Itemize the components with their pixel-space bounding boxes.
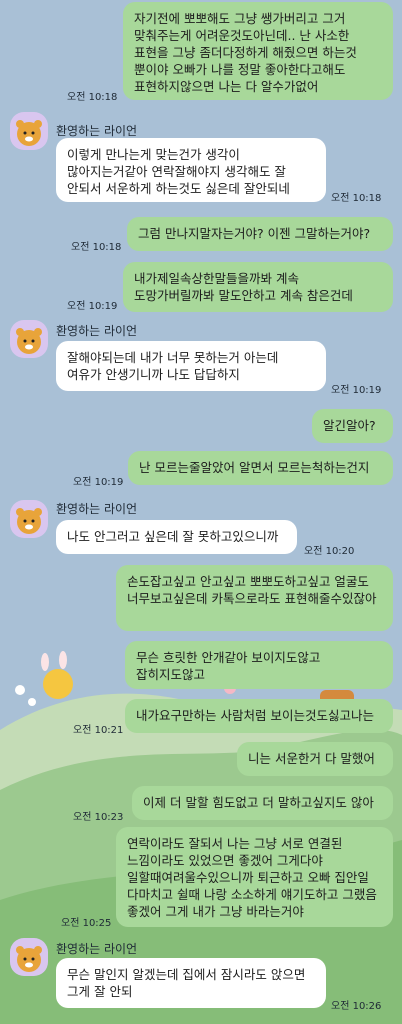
ryan-avatar-icon [16, 120, 42, 146]
my-message-bubble[interactable]: 내가요구만하는 사람처럼 보이는것도싫고나는 [125, 699, 393, 733]
my-message-bubble[interactable]: 자기전에 뽀뽀해도 그냥 쌩가버리고 그거 맞춰주는게 어려운것도아닌데.. 난… [123, 2, 393, 100]
my-message-bubble[interactable]: 니는 서운한거 다 말했어 [237, 742, 393, 776]
their-message-bubble[interactable]: 잘해야되는데 내가 너무 못하는거 아는데 여유가 안생기니까 나도 답답하지 [56, 341, 326, 391]
ryan-avatar-icon [16, 508, 42, 534]
my-message-bubble[interactable]: 무슨 흐릿한 안개같아 보이지도않고 잡히지도않고 [125, 641, 393, 689]
sender-avatar[interactable] [10, 500, 48, 538]
my-message-bubble[interactable]: 연락이라도 잘되서 나는 그냥 서로 연결된 느낌이라도 있었으면 좋겠어 그게… [116, 827, 393, 927]
sender-name: 환영하는 라이언 [56, 502, 138, 516]
message-timestamp: 오전 10:20 [304, 546, 355, 557]
message-timestamp: 오전 10:23 [73, 812, 124, 823]
message-timestamp: 오전 10:25 [61, 918, 112, 929]
my-message-bubble[interactable]: 난 모르는줄알았어 알면서 모르는척하는건지 [128, 451, 393, 485]
my-message-bubble[interactable]: 이제 더 말할 힘도없고 더 말하고싶지도 않아 [132, 786, 393, 820]
my-message-bubble[interactable]: 손도잡고싶고 안고싶고 뽀뽀도하고싶고 얼굴도 너무보고싶은데 카톡으로라도 표… [116, 565, 393, 631]
sender-name: 환영하는 라이언 [56, 324, 138, 338]
their-message-bubble[interactable]: 이렇게 만나는게 맞는건가 생각이 많아지는거같아 연락잘해야지 생각해도 잘 … [56, 138, 326, 202]
message-timestamp: 오전 10:19 [73, 477, 124, 488]
chat-area[interactable]: 자기전에 뽀뽀해도 그냥 쌩가버리고 그거 맞춰주는게 어려운것도아닌데.. 난… [0, 0, 402, 1024]
message-timestamp: 오전 10:21 [73, 725, 124, 736]
my-message-bubble[interactable]: 알긴알아? [312, 409, 393, 443]
their-message-bubble[interactable]: 나도 안그러고 싶은데 잘 못하고있으니까 [56, 520, 297, 554]
my-message-bubble[interactable]: 내가제일속상한말들을까봐 계속 도망가버릴까봐 말도안하고 계속 참은건데 [123, 262, 393, 312]
sender-avatar[interactable] [10, 938, 48, 976]
my-message-bubble[interactable]: 그럼 만나지말자는거야? 이젠 그말하는거야? [127, 217, 393, 251]
message-timestamp: 오전 10:19 [331, 385, 382, 396]
message-timestamp: 오전 10:18 [71, 242, 122, 253]
sender-avatar[interactable] [10, 320, 48, 358]
message-timestamp: 오전 10:18 [67, 92, 118, 103]
sender-avatar[interactable] [10, 112, 48, 150]
sender-name: 환영하는 라이언 [56, 124, 138, 138]
ryan-avatar-icon [16, 328, 42, 354]
message-timestamp: 오전 10:26 [331, 1001, 382, 1012]
message-timestamp: 오전 10:19 [67, 301, 118, 312]
message-timestamp: 오전 10:18 [331, 193, 382, 204]
sender-name: 환영하는 라이언 [56, 942, 138, 956]
their-message-bubble[interactable]: 무슨 말인지 알겠는데 집에서 잠시라도 앉으면 그게 잘 안되 [56, 958, 326, 1008]
ryan-avatar-icon [16, 946, 42, 972]
